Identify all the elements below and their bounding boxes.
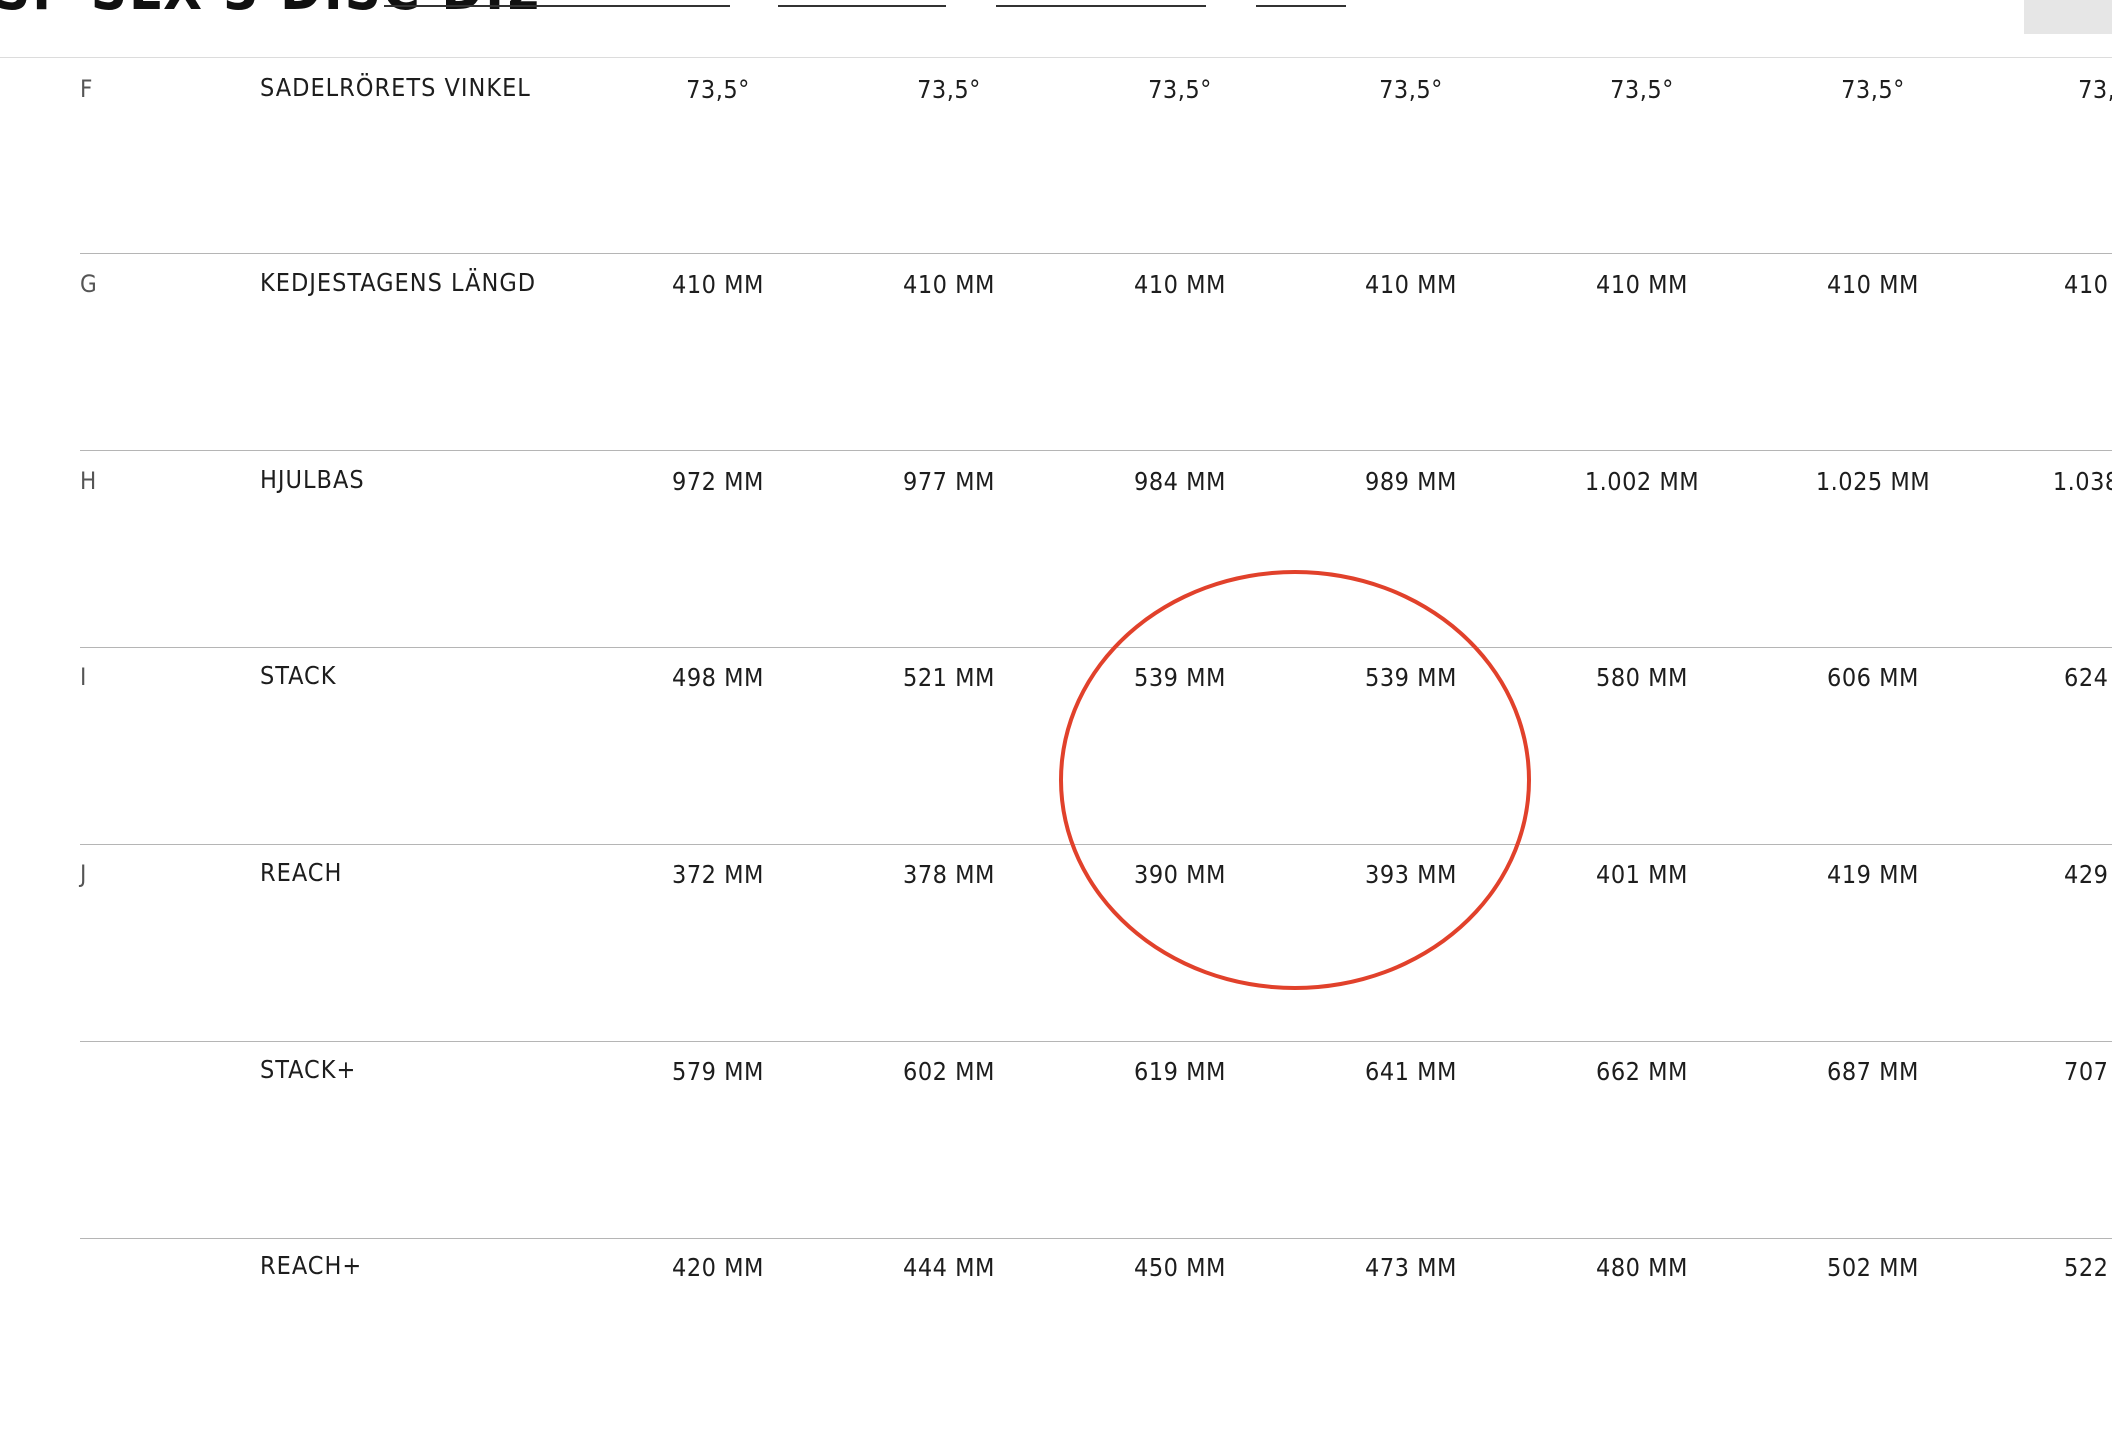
size-value-cell: 429 MM [2064,860,2112,889]
size-value-cell: 977 MM [903,467,995,496]
size-value-cell: 641 MM [1365,1057,1457,1086]
size-value-cell: 972 MM [672,467,764,496]
size-value-cell: 606 MM [1827,663,1919,692]
size-value-cell: 73,5° [1379,75,1443,104]
size-value-cell: 410 MM [1827,270,1919,299]
size-value-cell: 498 MM [672,663,764,692]
row-letter: J [80,860,87,888]
size-value-cell: 410 MM [2064,270,2112,299]
top-nav-link-1[interactable] [384,0,730,7]
table-row: G KEDJESTAGENS LÄNGD 410 MM 410 MM 410 MM 410… [80,254,2112,451]
size-value-cell: 521 MM [903,663,995,692]
size-value-cell: 984 MM [1134,467,1226,496]
size-value-cell: 401 MM [1596,860,1688,889]
row-label: REACH+ [260,1251,363,1280]
top-nav-link-4[interactable] [1256,0,1346,7]
size-value-cell: 707 MM [2064,1057,2112,1086]
row-label: STACK [260,661,337,690]
table-row: STACK+ 579 MM 602 MM 619 MM 641 MM 662 MM 687 … [80,1042,2112,1239]
size-value-cell: 579 MM [672,1057,764,1086]
size-value-cell: 410 MM [1134,270,1226,299]
size-value-cell: 619 MM [1134,1057,1226,1086]
size-value-cell: 539 MM [1365,663,1457,692]
table-row: REACH+ 420 MM 444 MM 450 MM 473 MM 480 MM 502 … [80,1239,2112,1435]
size-value-cell: 393 MM [1365,860,1457,889]
size-value-cell: 502 MM [1827,1253,1919,1282]
size-value-cell: 473 MM [1365,1253,1457,1282]
size-value-cell: 410 MM [672,270,764,299]
size-value-cell: 420 MM [672,1253,764,1282]
size-value-cell: 410 MM [1596,270,1688,299]
geometry-table: F SADELRÖRETS VINKEL 73,5° 73,5° 73,5° 73,5° 7… [80,57,2112,1435]
size-value-cell: 444 MM [903,1253,995,1282]
top-nav-link-3[interactable] [996,0,1206,7]
row-label: STACK+ [260,1055,357,1084]
size-value-cell: 687 MM [1827,1057,1919,1086]
top-right-button[interactable] [2024,0,2112,34]
size-value-cell: 73,5° [2078,75,2112,104]
size-value-cell: 73,5° [917,75,981,104]
size-value-cell: 378 MM [903,860,995,889]
size-value-cell: 390 MM [1134,860,1226,889]
row-letter: G [80,270,98,298]
size-value-cell: 1.025 MM [1815,467,1931,496]
size-value-cell: 602 MM [903,1057,995,1086]
size-value-cell: 73,5° [686,75,750,104]
size-value-cell: 1.002 MM [1584,467,1700,496]
size-value-cell: 73,5° [1610,75,1674,104]
row-label: HJULBAS [260,465,365,494]
size-value-cell: 410 MM [903,270,995,299]
row-label: REACH [260,858,343,887]
size-value-cell: 1.038 MM [2052,467,2112,496]
size-value-cell: 73,5° [1841,75,1905,104]
size-value-cell: 539 MM [1134,663,1226,692]
size-value-cell: 662 MM [1596,1057,1688,1086]
table-row: J REACH 372 MM 378 MM 390 MM 393 MM 401 MM 419 … [80,845,2112,1042]
row-label: KEDJESTAGENS LÄNGD [260,268,537,297]
top-bar: SP SLX 3 DISC DI2 [0,0,2112,58]
size-value-cell: 480 MM [1596,1253,1688,1282]
row-label: SADELRÖRETS VINKEL [260,73,531,102]
size-value-cell: 73,5° [1148,75,1212,104]
size-value-cell: 522 MM [2064,1253,2112,1282]
size-value-cell: 419 MM [1827,860,1919,889]
size-value-cell: 372 MM [672,860,764,889]
size-value-cell: 410 MM [1365,270,1457,299]
table-row: F SADELRÖRETS VINKEL 73,5° 73,5° 73,5° 73,5° 7… [80,57,2112,254]
size-value-cell: 989 MM [1365,467,1457,496]
table-row: I STACK 498 MM 521 MM 539 MM 539 MM 580 MM 606 … [80,648,2112,845]
row-letter: H [80,467,97,495]
size-value-cell: 450 MM [1134,1253,1226,1282]
size-value-cell: 580 MM [1596,663,1688,692]
row-letter: I [80,663,87,691]
table-row: H HJULBAS 972 MM 977 MM 984 MM 989 MM 1.002 MM… [80,451,2112,648]
top-nav-link-2[interactable] [778,0,946,7]
row-letter: F [80,75,93,103]
size-value-cell: 624 MM [2064,663,2112,692]
